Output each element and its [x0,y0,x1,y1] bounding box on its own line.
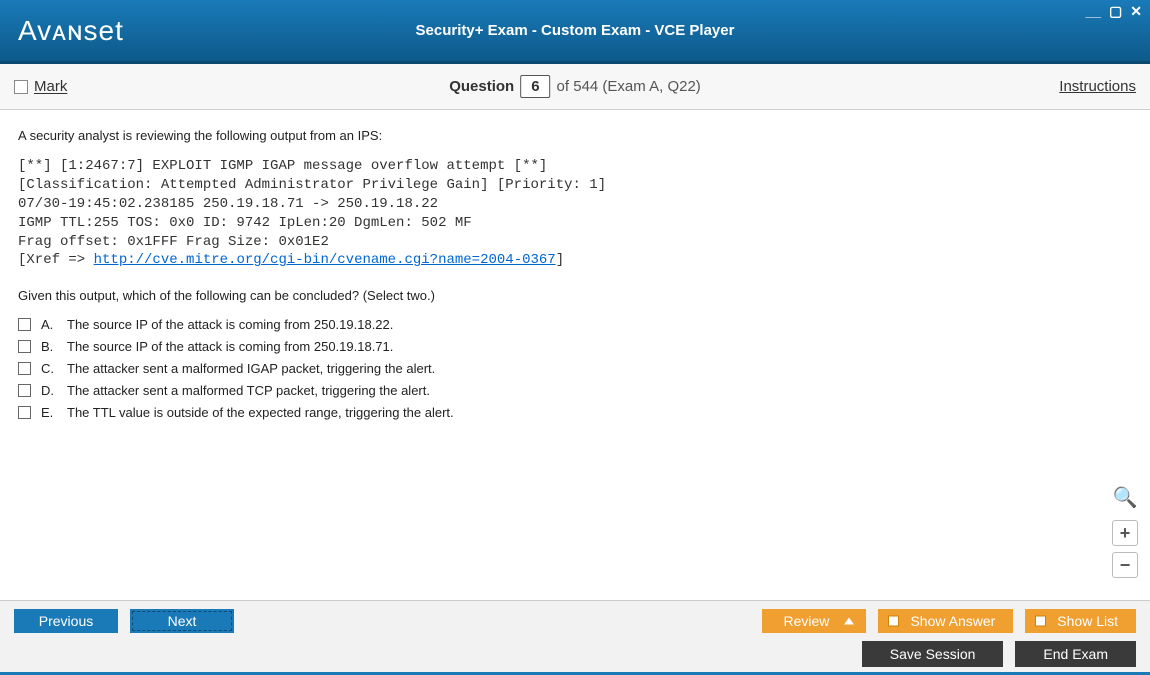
review-button[interactable]: Review [762,609,866,633]
checkbox-icon[interactable] [18,340,31,353]
option-letter: B. [41,339,57,354]
window-controls: __ ▢ ✕ [1083,3,1144,20]
footer: Previous Next Review Show Answer Show Li… [0,600,1150,675]
option-b[interactable]: B. The source IP of the attack is coming… [18,339,1132,354]
option-c[interactable]: C. The attacker sent a malformed IGAP pa… [18,361,1132,376]
titlebar: Avᴀɴset Security+ Exam - Custom Exam - V… [0,0,1150,64]
question-content: A security analyst is reviewing the foll… [0,110,1150,600]
question-prompt: Given this output, which of the followin… [18,288,1132,303]
save-session-button[interactable]: Save Session [862,641,1004,667]
zoom-out-button[interactable]: − [1112,552,1138,578]
zoom-controls: 🔍 + − [1112,485,1138,578]
question-number-box: 6 [520,75,550,98]
question-indicator: Question 6 of 544 (Exam A, Q22) [449,75,701,98]
mark-label: Mark [34,78,67,95]
nav-button-row: Previous Next Review Show Answer Show Li… [0,601,1150,637]
option-letter: D. [41,383,57,398]
checkbox-icon[interactable] [18,362,31,375]
option-text: The attacker sent a malformed TCP packet… [67,383,430,398]
minimize-icon[interactable]: __ [1083,3,1103,20]
end-exam-button[interactable]: End Exam [1015,641,1136,667]
checkbox-icon[interactable] [14,80,28,94]
app-logo: Avᴀɴset [18,15,124,47]
close-icon[interactable]: ✕ [1128,3,1144,20]
show-list-button[interactable]: Show List [1025,609,1136,633]
option-d[interactable]: D. The attacker sent a malformed TCP pac… [18,383,1132,398]
cve-link[interactable]: http://cve.mitre.org/cgi-bin/cvename.cgi… [94,252,556,268]
question-intro: A security analyst is reviewing the foll… [18,128,1132,143]
maximize-icon[interactable]: ▢ [1107,3,1124,20]
previous-button[interactable]: Previous [14,609,118,633]
option-text: The attacker sent a malformed IGAP packe… [67,361,435,376]
question-word: Question [449,78,514,95]
option-text: The source IP of the attack is coming fr… [67,317,393,332]
option-letter: A. [41,317,57,332]
question-progress: of 544 (Exam A, Q22) [557,78,701,95]
code-output: [**] [1:2467:7] EXPLOIT IGMP IGAP messag… [18,157,1132,270]
session-button-row: Save Session End Exam [0,637,1150,671]
next-button[interactable]: Next [130,609,234,633]
answer-options: A. The source IP of the attack is coming… [18,317,1132,420]
checkbox-icon[interactable] [18,406,31,419]
checkbox-icon [1035,616,1046,627]
checkbox-icon[interactable] [18,318,31,331]
window-title: Security+ Exam - Custom Exam - VCE Playe… [416,22,735,39]
option-letter: C. [41,361,57,376]
option-text: The TTL value is outside of the expected… [67,405,454,420]
option-text: The source IP of the attack is coming fr… [67,339,393,354]
zoom-in-button[interactable]: + [1112,520,1138,546]
checkbox-icon [888,616,899,627]
checkbox-icon[interactable] [18,384,31,397]
option-a[interactable]: A. The source IP of the attack is coming… [18,317,1132,332]
question-toolbar: Mark Question 6 of 544 (Exam A, Q22) Ins… [0,64,1150,110]
magnifier-icon: 🔍 [1113,485,1138,510]
mark-checkbox-wrap[interactable]: Mark [14,78,67,95]
option-e[interactable]: E. The TTL value is outside of the expec… [18,405,1132,420]
show-answer-button[interactable]: Show Answer [878,609,1013,633]
option-letter: E. [41,405,57,420]
triangle-up-icon [844,618,854,625]
instructions-link[interactable]: Instructions [1059,78,1136,95]
